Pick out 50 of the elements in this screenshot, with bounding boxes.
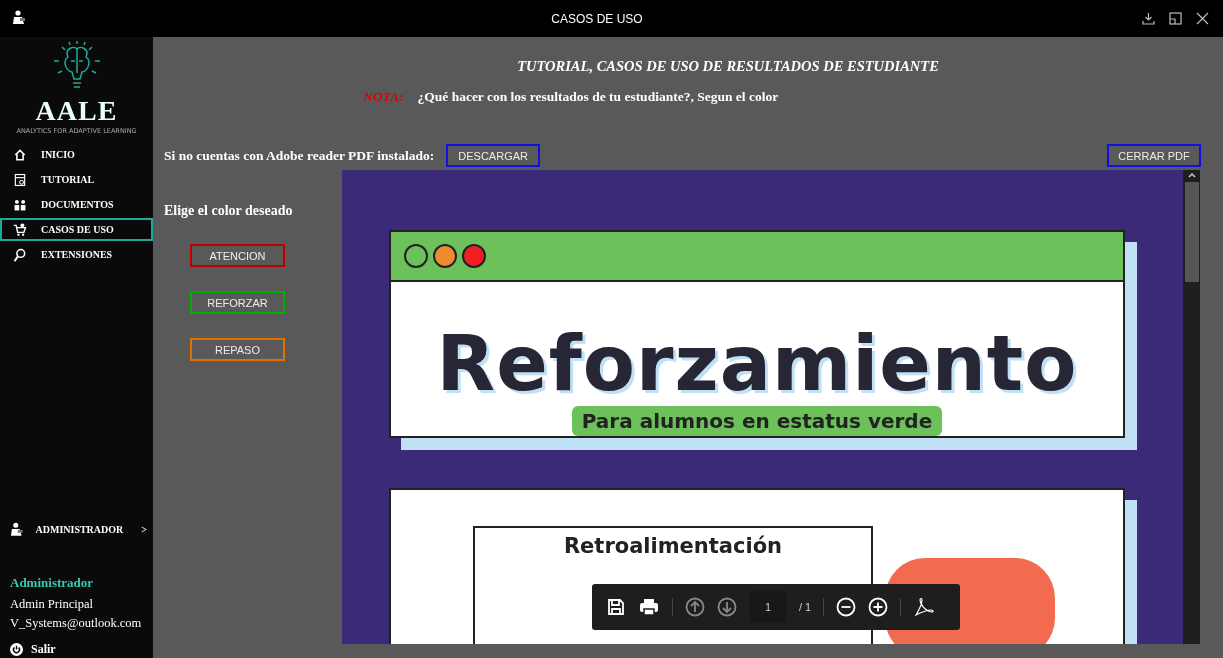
color-prompt: Elige el color deseado <box>164 203 294 219</box>
nav-item[interactable]: INICIO <box>0 143 153 166</box>
person-icon <box>10 522 24 536</box>
page-down-icon[interactable] <box>717 597 737 617</box>
nav-item[interactable]: DOCUMENTOS <box>0 193 153 216</box>
note-label: NOTA: <box>363 89 404 105</box>
note-text: ¿Qué hacer con los resultados de tu estudiante?, Segun el color <box>417 89 779 105</box>
scrollbar[interactable] <box>1183 170 1200 644</box>
user-name: Admin Principal <box>9 597 94 612</box>
user-email: V_Systems@outlook.com <box>9 616 143 631</box>
scroll-up-icon[interactable] <box>1186 170 1197 180</box>
save-icon[interactable] <box>606 597 626 617</box>
color-button[interactable]: ATENCION <box>190 244 285 267</box>
slide-title: Retroalimentación <box>563 534 783 560</box>
slide-title: Reforzamiento <box>436 326 1078 402</box>
page-up-icon[interactable] <box>685 597 705 617</box>
calendar-icon <box>13 172 27 187</box>
search-icon <box>13 247 27 262</box>
print-icon[interactable] <box>638 597 660 617</box>
user-role: Administrador <box>9 575 95 591</box>
color-button[interactable]: REFORZAR <box>190 291 285 314</box>
person-icon <box>12 9 26 24</box>
close-pdf-button[interactable]: CERRAR PDF <box>1107 144 1201 167</box>
download-prompt: Si no cuentas con Adobe reader PDF instalado: <box>164 147 435 164</box>
nav-item[interactable]: CASOS DE USO <box>0 218 153 241</box>
zoom-in-icon[interactable] <box>868 597 889 617</box>
zoom-out-icon[interactable] <box>836 597 857 617</box>
nav-item[interactable]: EXTENSIONES <box>0 243 153 266</box>
nav-item[interactable]: TUTORIAL <box>0 168 153 191</box>
page-total: / 1 <box>799 601 812 613</box>
cart-icon <box>13 222 27 237</box>
close-icon[interactable] <box>1196 12 1209 25</box>
logout-button[interactable]: Salir <box>0 641 62 658</box>
logo-text: AALE <box>35 97 118 125</box>
download-icon[interactable] <box>1142 12 1155 25</box>
people-icon <box>13 197 27 212</box>
home-icon <box>13 147 27 162</box>
scroll-thumb[interactable] <box>1184 182 1199 282</box>
window-title: CASOS DE USO <box>550 11 644 26</box>
download-button[interactable]: DESCARGAR <box>446 144 541 167</box>
page-number-field[interactable]: 1 <box>749 591 787 623</box>
window-dot-icon <box>433 244 457 268</box>
acrobat-icon[interactable] <box>913 596 936 618</box>
maximize-icon[interactable] <box>1169 12 1182 25</box>
window-dot-icon <box>462 244 486 268</box>
page-heading: TUTORIAL, CASOS DE USO DE RESULTADOS DE ESTUDIANTE <box>516 58 940 75</box>
admin-menu[interactable]: ADMINISTRADOR > <box>0 521 153 537</box>
color-button[interactable]: REPASO <box>190 338 285 361</box>
window-dot-icon <box>404 244 428 268</box>
slide-subtitle: Para alumnos en estatus verde <box>571 406 943 436</box>
